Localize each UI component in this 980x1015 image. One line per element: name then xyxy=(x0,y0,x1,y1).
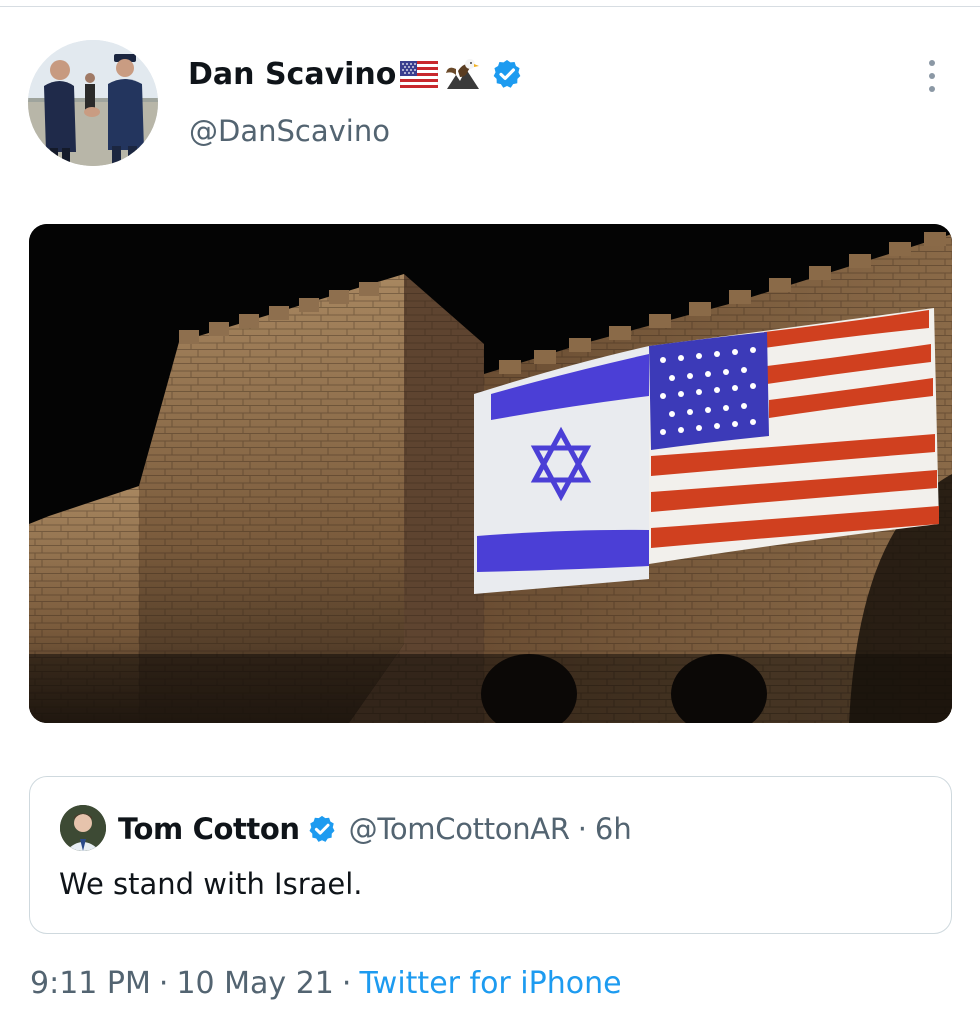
author-handle[interactable]: @DanScavino xyxy=(189,114,390,148)
tweet-date[interactable]: 10 May 21 xyxy=(176,966,333,1001)
more-vertical-icon xyxy=(929,60,935,66)
quoted-author-handle[interactable]: @TomCottonAR xyxy=(349,812,570,846)
quoted-author-name[interactable]: Tom Cotton xyxy=(118,812,300,846)
meta-separator: · xyxy=(341,965,352,1001)
verified-badge-icon xyxy=(494,60,521,88)
more-options-button[interactable] xyxy=(916,56,948,96)
meta-separator: · xyxy=(158,965,169,1001)
quoted-author-avatar[interactable] xyxy=(60,805,106,851)
top-divider xyxy=(0,6,980,7)
tweet-time[interactable]: 9:11 PM xyxy=(30,966,151,1001)
quoted-separator: · xyxy=(577,812,587,846)
quoted-tweet-card[interactable]: Tom Cotton @TomCottonAR · 6h We stand wi… xyxy=(29,776,952,934)
author-avatar[interactable] xyxy=(28,40,158,166)
eagle-emoji-icon xyxy=(446,59,480,89)
tweet-meta-row: 9:11 PM · 10 May 21 · Twitter for iPhone xyxy=(30,963,622,1003)
verified-badge-icon xyxy=(309,815,335,842)
author-display-name[interactable]: Dan Scavino xyxy=(188,57,396,92)
quoted-tweet-header: Tom Cotton @TomCottonAR · 6h xyxy=(118,807,632,851)
quoted-tweet-text: We stand with Israel. xyxy=(59,867,363,901)
tweet-source-link[interactable]: Twitter for iPhone xyxy=(359,966,621,1001)
quoted-timestamp[interactable]: 6h xyxy=(595,812,632,846)
us-flag-emoji-icon xyxy=(400,60,439,88)
tweet-media-image[interactable] xyxy=(29,224,952,723)
author-name-row[interactable]: Dan Scavino xyxy=(188,52,523,96)
